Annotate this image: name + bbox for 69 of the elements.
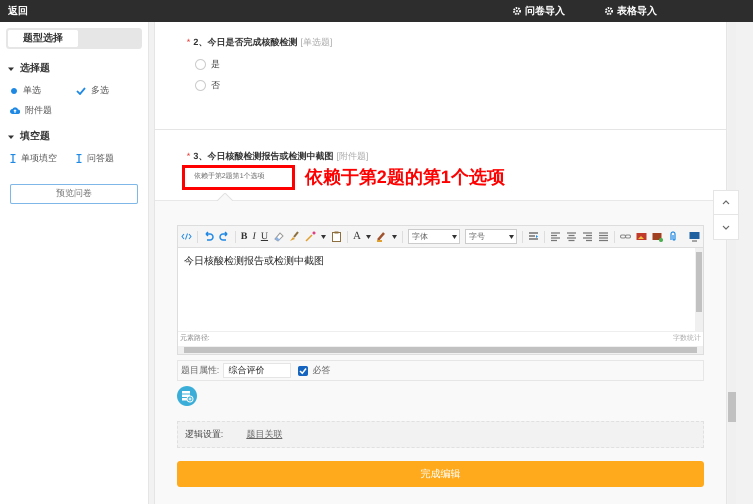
dropdown-caret-icon xyxy=(366,234,371,238)
required-mark: * xyxy=(186,36,190,49)
dropdown-caret-icon xyxy=(452,234,457,238)
align-center-icon[interactable] xyxy=(566,231,577,242)
group-title[interactable]: 选择题 xyxy=(20,61,50,76)
annotation-text: 依赖于第2题的第1个选项 xyxy=(304,166,505,188)
redo-icon[interactable] xyxy=(218,231,230,242)
question-title: 3、今日核酸检测报告或检测中截图 xyxy=(193,150,334,163)
question-type-label: [单选题] xyxy=(300,36,332,49)
undo-icon[interactable] xyxy=(202,231,214,242)
dropdown[interactable]: 字号 xyxy=(465,229,517,244)
question-type-item[interactable]: 多选 xyxy=(76,84,142,98)
gear-icon xyxy=(605,7,613,15)
radio-button[interactable] xyxy=(194,80,206,92)
tab[interactable]: 题型选择 xyxy=(8,30,78,47)
format-button[interactable]: B xyxy=(240,229,248,244)
question-type-item[interactable]: 单项填空 xyxy=(10,152,76,166)
question-type-item[interactable]: 附件题 xyxy=(10,104,76,117)
monitor-icon[interactable] xyxy=(689,231,700,242)
chevron-up-icon xyxy=(722,200,730,205)
paragraph-icon[interactable] xyxy=(528,231,539,242)
text-cursor-icon xyxy=(76,154,82,164)
format-button[interactable]: U xyxy=(260,229,268,244)
attribute-input[interactable]: 综合评价 xyxy=(223,363,292,378)
editor-content[interactable]: 今日核酸检测报告或检测中截图 xyxy=(178,248,695,331)
add-option-icon[interactable] xyxy=(176,386,197,406)
radio-option[interactable]: 是 xyxy=(194,58,726,71)
dot-icon xyxy=(10,86,18,95)
dropdown-caret-icon xyxy=(509,234,514,238)
eraser-icon[interactable] xyxy=(273,231,284,242)
import-button[interactable]: 问卷导入 xyxy=(513,4,565,18)
html-source-icon[interactable] xyxy=(180,231,192,242)
attribute-label: 题目属性: xyxy=(180,364,220,377)
highlight-icon[interactable] xyxy=(376,231,387,242)
check-icon xyxy=(76,86,86,95)
text-cursor-icon xyxy=(10,154,16,164)
question-type-item[interactable]: 单选 xyxy=(10,84,76,98)
question-link[interactable]: 题目关联 xyxy=(246,428,282,442)
chevron-down-icon xyxy=(722,224,730,230)
align-left-icon[interactable] xyxy=(550,231,561,242)
preview-button[interactable]: 预览问卷 xyxy=(10,184,138,204)
question-type-label: [附件题] xyxy=(336,150,368,163)
logic-label: 逻辑设置: xyxy=(184,428,224,441)
format-button[interactable]: I xyxy=(252,229,256,244)
required-mark: * xyxy=(186,150,190,163)
dropdown[interactable]: 字体 xyxy=(408,229,460,244)
radio-button[interactable] xyxy=(194,58,206,70)
font-color-button[interactable]: A xyxy=(353,228,361,245)
cloud-upload-icon xyxy=(10,106,20,114)
import-button[interactable]: 表格导入 xyxy=(605,4,657,18)
group-title[interactable]: 填空题 xyxy=(20,129,50,144)
dropdown-caret-icon xyxy=(392,234,397,238)
image-icon[interactable] xyxy=(636,231,647,242)
required-label: 必答 xyxy=(312,364,330,377)
align-right-icon[interactable] xyxy=(582,231,593,242)
question-type-item[interactable]: 问答题 xyxy=(76,152,142,166)
magic-wand-icon[interactable] xyxy=(305,231,316,242)
required-checkbox[interactable] xyxy=(298,366,308,376)
radio-option[interactable]: 否 xyxy=(194,79,726,92)
check-icon xyxy=(299,366,308,374)
brush-icon[interactable] xyxy=(289,231,300,242)
dropdown-caret-icon xyxy=(321,234,326,238)
question-title: 2、今日是否完成核酸检测 xyxy=(193,36,298,49)
back-link[interactable]: 返回 xyxy=(8,4,28,18)
image-upload-icon[interactable] xyxy=(652,231,663,242)
justify-icon[interactable] xyxy=(598,231,609,242)
vertical-scrollbar[interactable] xyxy=(695,248,703,331)
paste-icon[interactable] xyxy=(331,231,342,242)
gear-icon xyxy=(513,7,521,15)
